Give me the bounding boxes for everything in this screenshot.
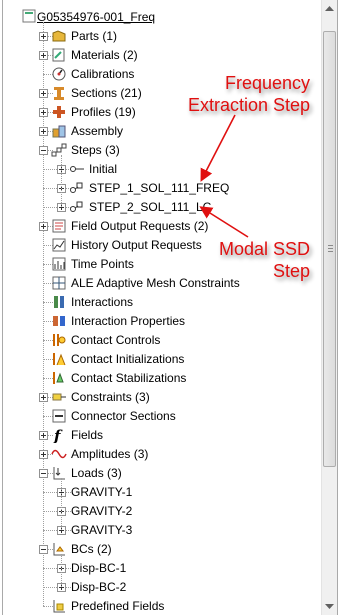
- arrow-to-lc-step: [199, 206, 249, 238]
- annotation-arrows: [199, 114, 249, 238]
- arrow-to-freq-step: [200, 114, 236, 182]
